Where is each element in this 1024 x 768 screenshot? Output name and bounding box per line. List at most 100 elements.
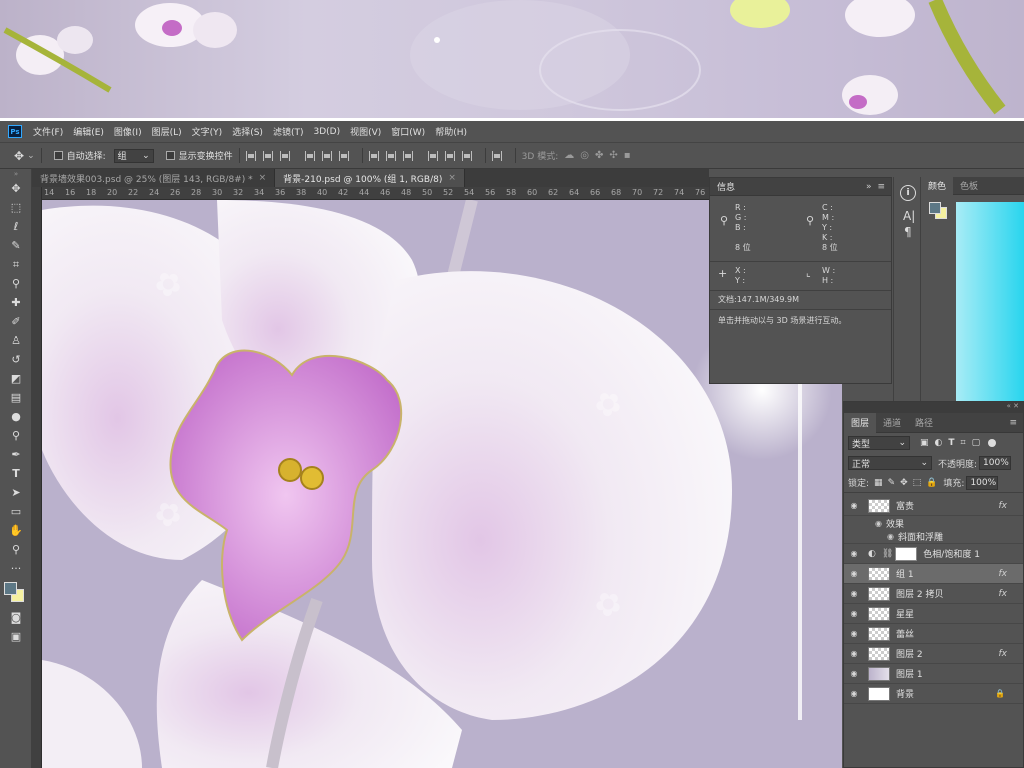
- gradient-tool-icon[interactable]: ▤: [0, 388, 32, 407]
- menu-select[interactable]: 选择(S): [227, 125, 268, 138]
- move-tool-icon[interactable]: ✥: [0, 179, 32, 198]
- opacity-input[interactable]: 100%: [979, 456, 1012, 470]
- tab-paths[interactable]: 路径: [908, 416, 940, 429]
- menu-layer[interactable]: 图层(L): [147, 125, 187, 138]
- lock-transparent-icon[interactable]: ▦: [874, 478, 883, 488]
- lock-all-icon[interactable]: 🔒: [926, 478, 937, 488]
- fx-icon[interactable]: fx: [999, 589, 1008, 599]
- menu-edit[interactable]: 编辑(E): [68, 125, 109, 138]
- eyedropper-tool-icon[interactable]: ⚲: [0, 274, 32, 293]
- layers-panel-grip[interactable]: « ✕: [844, 402, 1023, 413]
- doc-tab[interactable]: 背景墙效果003.psd @ 25% (图层 143, RGB/8#) * ×: [32, 169, 276, 187]
- menu-file[interactable]: 文件(F): [28, 125, 68, 138]
- filter-type-icon[interactable]: T: [948, 438, 954, 448]
- lock-position-icon[interactable]: ✥: [900, 478, 908, 488]
- distribute-right-icon[interactable]: [461, 150, 472, 161]
- visibility-eye-icon[interactable]: ◉: [844, 609, 864, 618]
- visibility-eye-icon[interactable]: ◉: [844, 501, 864, 510]
- visibility-eye-icon[interactable]: ◉: [844, 689, 864, 698]
- layer-row[interactable]: ◉ ◐ ⛓ 色相/饱和度 1: [844, 544, 1023, 564]
- path-select-tool-icon[interactable]: ➤: [0, 483, 32, 502]
- lasso-tool-icon[interactable]: ℓ: [0, 217, 32, 236]
- more-tools-icon[interactable]: ···: [0, 559, 32, 578]
- distribute-bottom-icon[interactable]: [402, 150, 413, 161]
- effect-bevel-row[interactable]: ◉ 斜面和浮雕: [844, 530, 1023, 544]
- distribute-hcenter-icon[interactable]: [444, 150, 455, 161]
- zoom-tool-icon[interactable]: ⚲: [0, 540, 32, 559]
- history-brush-tool-icon[interactable]: ↺: [0, 350, 32, 369]
- character-panel-icon[interactable]: A|: [903, 209, 915, 223]
- visibility-eye-icon[interactable]: ◉: [844, 519, 882, 528]
- doc-tab-active[interactable]: 背景-210.psd @ 100% (组 1, RGB/8) ×: [275, 169, 465, 187]
- fill-input[interactable]: 100%: [966, 475, 999, 490]
- blur-tool-icon[interactable]: ●: [0, 407, 32, 426]
- filter-shape-icon[interactable]: ⌗: [961, 438, 966, 448]
- show-transform-option[interactable]: 显示变换控件: [165, 149, 233, 162]
- filter-smart-object-icon[interactable]: ▢: [972, 438, 981, 448]
- dodge-tool-icon[interactable]: ⚲: [0, 426, 32, 445]
- filter-toggle-icon[interactable]: [988, 439, 997, 447]
- tab-channels[interactable]: 通道: [876, 416, 908, 429]
- tools-collapse-icon[interactable]: »: [0, 169, 32, 179]
- layer-row[interactable]: ◉ 星星: [844, 604, 1023, 624]
- close-icon[interactable]: ×: [448, 173, 456, 183]
- quick-mask-icon[interactable]: ◙: [0, 608, 32, 627]
- align-top-icon[interactable]: [245, 150, 256, 161]
- align-bottom-icon[interactable]: [279, 150, 290, 161]
- show-transform-checkbox[interactable]: [165, 151, 175, 160]
- visibility-eye-icon[interactable]: ◉: [844, 549, 864, 558]
- auto-align-icon[interactable]: [491, 150, 502, 161]
- filter-adjustment-icon[interactable]: ◐: [935, 438, 943, 448]
- 3d-orbit-icon[interactable]: ☁: [564, 150, 574, 161]
- layer-filter-dropdown[interactable]: 类型 ⌄: [848, 436, 910, 450]
- auto-select-checkbox[interactable]: [53, 151, 63, 160]
- auto-select-option[interactable]: 自动选择:: [53, 149, 106, 162]
- panel-fg-swatch[interactable]: [929, 202, 941, 214]
- color-spectrum[interactable]: [956, 202, 1024, 401]
- distribute-left-icon[interactable]: [427, 150, 438, 161]
- visibility-eye-icon[interactable]: ◉: [844, 569, 864, 578]
- fx-icon[interactable]: fx: [999, 569, 1008, 579]
- align-vcenter-icon[interactable]: [262, 150, 273, 161]
- tool-preset-chevron-icon[interactable]: ⌄: [27, 151, 35, 161]
- menu-window[interactable]: 窗口(W): [386, 125, 430, 138]
- layer-row[interactable]: ◉ 背景 🔒: [844, 684, 1023, 704]
- layer-row-selected[interactable]: ◉ 组 1 fx: [844, 564, 1023, 584]
- blend-mode-dropdown[interactable]: 正常 ⌄: [848, 456, 932, 470]
- tab-layers[interactable]: 图层: [844, 412, 877, 433]
- paragraph-panel-icon[interactable]: ¶: [904, 225, 912, 239]
- healing-brush-tool-icon[interactable]: ✚: [0, 293, 32, 312]
- menu-help[interactable]: 帮助(H): [430, 125, 472, 138]
- clone-stamp-tool-icon[interactable]: ♙: [0, 331, 32, 350]
- rectangle-tool-icon[interactable]: ▭: [0, 502, 32, 521]
- layer-row[interactable]: ◉ 蕾丝: [844, 624, 1023, 644]
- panel-menu-icon[interactable]: ≡: [877, 182, 885, 192]
- fx-icon[interactable]: fx: [999, 501, 1008, 511]
- visibility-eye-icon[interactable]: ◉: [844, 589, 864, 598]
- panel-collapse-icon[interactable]: »: [866, 182, 872, 192]
- align-left-icon[interactable]: [304, 150, 315, 161]
- crop-tool-icon[interactable]: ⌗: [0, 255, 32, 274]
- pen-tool-icon[interactable]: ✒: [0, 445, 32, 464]
- visibility-eye-icon[interactable]: ◉: [844, 669, 864, 678]
- brush-tool-icon[interactable]: ✐: [0, 312, 32, 331]
- info-panel-icon[interactable]: i: [900, 185, 916, 201]
- foreground-color-swatch[interactable]: [4, 582, 17, 595]
- menu-image[interactable]: 图像(I): [109, 125, 147, 138]
- menu-3d[interactable]: 3D(D): [308, 127, 345, 137]
- tab-color[interactable]: 颜色: [921, 176, 954, 195]
- filter-pixel-icon[interactable]: ▣: [920, 438, 929, 448]
- auto-select-dropdown[interactable]: 组 ⌄: [113, 148, 154, 163]
- hand-tool-icon[interactable]: ✋: [0, 521, 32, 540]
- lock-artboard-icon[interactable]: ⬚: [913, 478, 922, 488]
- visibility-eye-icon[interactable]: ◉: [844, 629, 864, 638]
- distribute-top-icon[interactable]: [368, 150, 379, 161]
- visibility-eye-icon[interactable]: ◉: [844, 649, 864, 658]
- visibility-eye-icon[interactable]: ◉: [844, 532, 894, 541]
- 3d-slide-icon[interactable]: ✣: [609, 150, 617, 161]
- lock-pixels-icon[interactable]: ✎: [888, 478, 896, 488]
- close-icon[interactable]: ×: [259, 173, 267, 183]
- menu-filter[interactable]: 滤镜(T): [268, 125, 309, 138]
- effects-row[interactable]: ◉ 效果: [844, 516, 1023, 530]
- distribute-vcenter-icon[interactable]: [385, 150, 396, 161]
